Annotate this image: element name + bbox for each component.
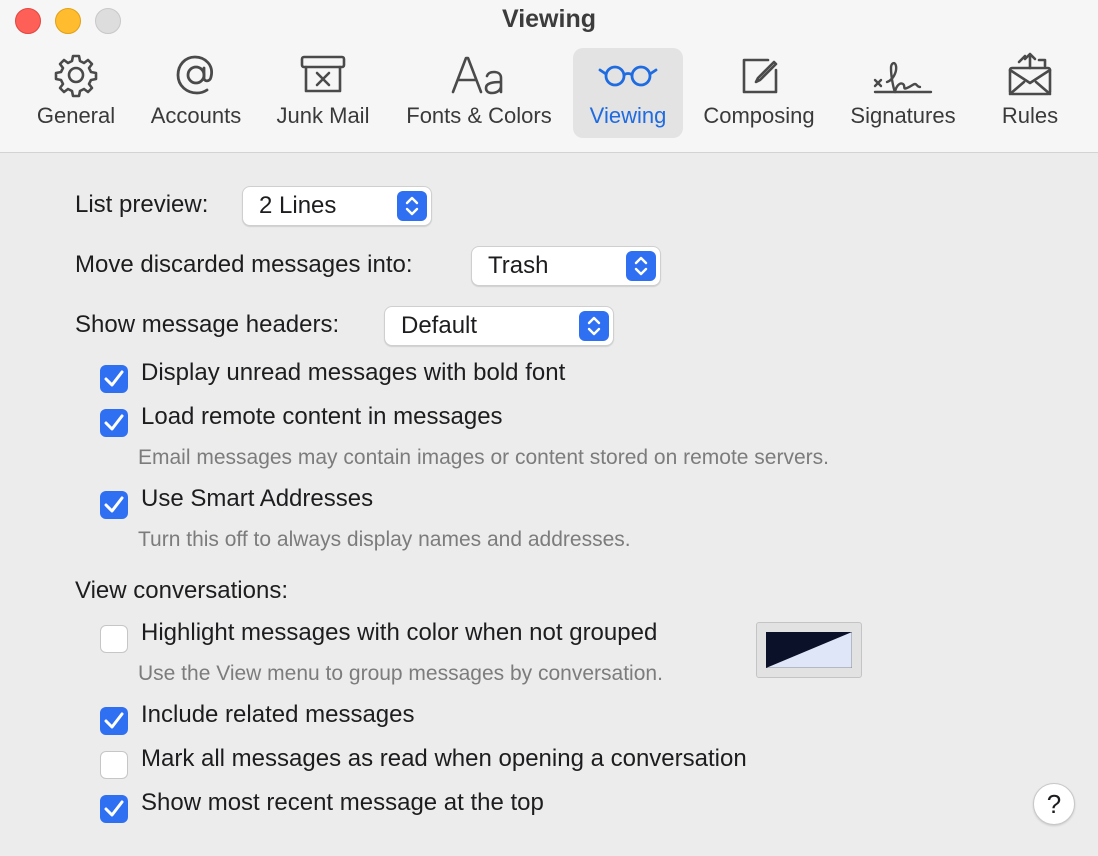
rules-icon (990, 48, 1070, 102)
headers-label: Show message headers: (75, 311, 340, 338)
bold-unread-checkbox[interactable] (100, 365, 128, 393)
include-related-label: Include related messages (141, 701, 415, 728)
tab-general-label: General (36, 103, 116, 128)
smart-addresses-note: Turn this off to always display names an… (138, 528, 631, 551)
at-icon (143, 48, 249, 102)
tab-signatures[interactable]: Signatures (842, 48, 964, 138)
highlight-note: Use the View menu to group messages by c… (138, 662, 663, 685)
list-preview-value: 2 Lines (259, 192, 337, 219)
remote-content-note: Email messages may contain images or con… (138, 446, 829, 469)
tab-rules[interactable]: Rules (990, 48, 1070, 138)
discarded-popup[interactable]: Trash (471, 246, 661, 286)
view-conversations-label: View conversations: (75, 577, 288, 604)
tab-junk-mail-label: Junk Mail (276, 103, 370, 128)
chevron-updown-icon (626, 251, 656, 281)
viewing-preferences-window: Viewing General Accounts Junk Mail Fonts… (0, 0, 1098, 856)
remote-content-checkbox[interactable] (100, 409, 128, 437)
headers-popup[interactable]: Default (384, 306, 614, 346)
smart-addresses-checkbox[interactable] (100, 491, 128, 519)
recent-top-checkbox[interactable] (100, 795, 128, 823)
tab-viewing[interactable]: Viewing (573, 48, 683, 138)
headers-value: Default (401, 312, 478, 339)
highlight-checkbox[interactable] (100, 625, 128, 653)
bold-unread-label: Display unread messages with bold font (141, 359, 566, 386)
chevron-updown-icon (397, 191, 427, 221)
fonts-icon (397, 48, 561, 102)
signature-icon (842, 48, 964, 102)
recent-top-label: Show most recent message at the top (141, 789, 544, 816)
tab-junk-mail[interactable]: Junk Mail (269, 48, 377, 138)
junk-mail-icon (269, 48, 377, 102)
remote-content-label: Load remote content in messages (141, 403, 503, 430)
tab-fonts-colors[interactable]: Fonts & Colors (397, 48, 561, 138)
list-preview-popup[interactable]: 2 Lines (242, 186, 432, 226)
color-swatch (766, 632, 852, 668)
tab-composing-label: Composing (703, 103, 815, 128)
smart-addresses-label: Use Smart Addresses (141, 485, 374, 512)
tab-accounts[interactable]: Accounts (143, 48, 249, 138)
mark-read-checkbox[interactable] (100, 751, 128, 779)
preferences-toolbar: Viewing General Accounts Junk Mail Fonts… (0, 0, 1098, 153)
window-title: Viewing (501, 5, 596, 33)
tab-rules-label: Rules (1001, 103, 1059, 128)
tab-general[interactable]: General (30, 48, 122, 138)
tab-composing[interactable]: Composing (696, 48, 822, 138)
mark-read-label: Mark all messages as read when opening a… (141, 745, 747, 772)
highlight-color-well[interactable] (756, 622, 862, 678)
include-related-checkbox[interactable] (100, 707, 128, 735)
tab-accounts-label: Accounts (150, 103, 242, 128)
compose-icon (696, 48, 822, 102)
chevron-updown-icon (579, 311, 609, 341)
tab-fonts-colors-label: Fonts & Colors (406, 103, 552, 128)
tab-signatures-label: Signatures (850, 103, 956, 128)
tab-viewing-label: Viewing (589, 103, 667, 128)
help-button[interactable]: ? (1033, 783, 1075, 825)
glasses-icon (573, 48, 683, 102)
discarded-value: Trash (488, 252, 549, 279)
discarded-label: Move discarded messages into: (75, 251, 413, 278)
gear-icon (30, 48, 122, 102)
highlight-label: Highlight messages with color when not g… (141, 619, 658, 646)
list-preview-label: List preview: (75, 191, 209, 218)
